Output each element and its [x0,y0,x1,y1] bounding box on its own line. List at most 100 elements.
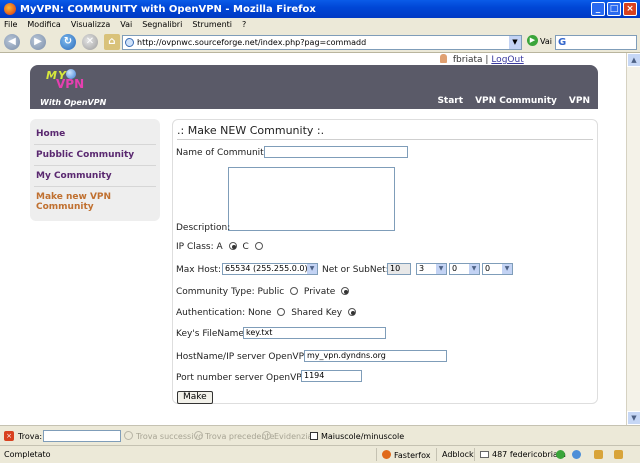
find-bar: × Trova: Trova successivo Trova preceden… [0,425,640,445]
nav-vpn-community[interactable]: VPN Community [475,96,557,106]
make-community-form: .: Make NEW Community :. Name of Communi… [172,119,598,404]
forward-arrow-icon[interactable]: ▶ [30,34,46,50]
mail-status[interactable]: 487 federicobriata [480,450,566,459]
keyfile-input[interactable]: key.txt [243,327,386,339]
auth-shared-label: Shared Key [291,308,343,318]
net-octet-2-value: 3 [419,264,425,273]
menu-bar: File Modifica Visualizza Vai Segnalibri … [0,18,640,31]
highlight-icon[interactable] [262,431,271,440]
status-divider [436,448,437,461]
status-divider [474,448,475,461]
web-content: fbriata | LogOut MY VPN With OpenVPN Sta… [0,53,626,425]
sidebar-item-make-new-community[interactable]: Make new VPN Community [34,187,156,217]
maximize-icon[interactable]: □ [607,2,621,16]
menu-visualizza[interactable]: Visualizza [71,20,110,29]
ipclass-a-radio[interactable] [228,242,237,250]
auth-row: Authentication: None Shared Key [176,308,359,318]
scroll-up-icon[interactable]: ▲ [627,53,640,67]
menu-segnalibri[interactable]: Segnalibri [142,20,182,29]
host-label: HostName/IP server OpenVPN: [176,352,314,362]
maxhost-select[interactable]: 65534 (255.255.0.0) ▼ [222,263,318,275]
fasterfox-status[interactable]: Fasterfox [382,450,430,460]
status-divider [376,448,377,461]
menu-strumenti[interactable]: Strumenti [192,20,232,29]
menu-modifica[interactable]: Modifica [27,20,60,29]
close-icon[interactable]: × [623,2,637,16]
chevron-down-icon[interactable]: ▼ [509,36,521,49]
port-input[interactable]: 1194 [301,370,362,382]
extension-icon-2[interactable] [614,450,623,459]
menu-vai[interactable]: Vai [120,20,132,29]
separator: | [485,55,489,65]
net-octet-3-select[interactable]: 0 ▼ [449,263,480,275]
nav-vpn[interactable]: VPN [569,96,590,106]
mail-label: 487 federicobriata [492,450,566,459]
nav-start[interactable]: Start [437,96,463,106]
logout-link[interactable]: LogOut [491,55,523,65]
type-label: Community Type: [176,287,255,297]
mail-icon [480,451,489,458]
stop-icon[interactable]: ✕ [82,34,98,50]
port-label: Port number server OpenVPN: [176,373,312,383]
info-icon [572,450,581,459]
search-input[interactable]: G [555,35,637,50]
go-label[interactable]: Vai [540,37,552,46]
scroll-down-icon[interactable]: ▼ [627,411,640,425]
description-textarea[interactable] [228,167,395,231]
type-public-label: Public [257,287,285,297]
address-bar[interactable]: http://ovpnwc.sourceforge.net/index.php?… [122,35,522,50]
description-label: Description: [176,223,231,233]
ipclass-c-radio[interactable] [254,242,263,250]
ipclass-c-label: C [242,242,249,252]
find-input[interactable] [43,430,121,442]
adblock-status[interactable]: Adblock [442,450,474,459]
net-octet-2-select[interactable]: 3 ▼ [416,263,447,275]
home-icon[interactable]: ⌂ [104,34,120,50]
type-private-radio[interactable] [341,287,350,295]
menu-help[interactable]: ? [242,20,246,29]
highlight-button[interactable]: Evidenzia [274,432,312,441]
sidebar-item-public-community[interactable]: Pubblic Community [34,145,156,166]
menu-file[interactable]: File [4,20,17,29]
type-row: Community Type: Public Private [176,287,352,297]
auth-shared-radio[interactable] [347,308,356,316]
sidebar-item-home[interactable]: Home [34,124,156,145]
auth-none-radio[interactable] [277,308,286,316]
minimize-icon[interactable]: _ [591,2,605,16]
close-find-icon[interactable]: × [4,431,14,441]
back-arrow-icon[interactable]: ◀ [4,34,20,50]
sidebar-item-my-community[interactable]: My Community [34,166,156,187]
reload-icon[interactable]: ↻ [60,34,76,50]
page-icon [125,38,134,47]
community-name-input[interactable] [264,146,408,158]
extension-icon[interactable] [594,450,603,459]
find-prev-icon[interactable] [194,431,203,440]
form-title: .: Make NEW Community :. [177,124,325,137]
window-title-bar: MyVPN: COMMUNITY with OpenVPN - Mozilla … [0,0,640,18]
sidebar-menu: Home Pubblic Community My Community Make… [30,119,160,221]
user-icon [440,54,447,63]
name-label: Name of Community: [176,148,272,158]
match-case-checkbox[interactable] [310,432,318,440]
site-header: MY VPN With OpenVPN Start VPN Community … [30,65,598,109]
find-next-icon[interactable] [124,431,133,440]
net-label: Net or SubNet: [322,265,389,275]
go-arrow-icon[interactable]: ▶ [527,35,538,46]
hostname-input[interactable]: my_vpn.dyndns.org [304,350,447,362]
title-divider [177,139,593,140]
navigation-toolbar: ◀ ▶ ↻ ✕ ⌂ http://ovpnwc.sourceforge.net/… [0,31,640,53]
window-title: MyVPN: COMMUNITY with OpenVPN - Mozilla … [20,3,316,15]
chevron-down-icon: ▼ [469,264,479,274]
vertical-scrollbar[interactable]: ▲ ▼ [626,53,640,425]
auth-none-label: None [247,308,272,318]
user-bar: fbriata | LogOut [440,54,524,65]
net-octet-4-select[interactable]: 0 ▼ [482,263,513,275]
ipclass-a-label: A [216,242,223,252]
maxhost-label: Max Host: [176,265,221,275]
find-next-button[interactable]: Trova successivo [136,432,203,441]
google-icon: G [558,37,567,48]
chevron-down-icon: ▼ [436,264,446,274]
make-button[interactable]: Make [177,391,213,404]
username: fbriata [452,55,483,65]
type-public-radio[interactable] [290,287,299,295]
